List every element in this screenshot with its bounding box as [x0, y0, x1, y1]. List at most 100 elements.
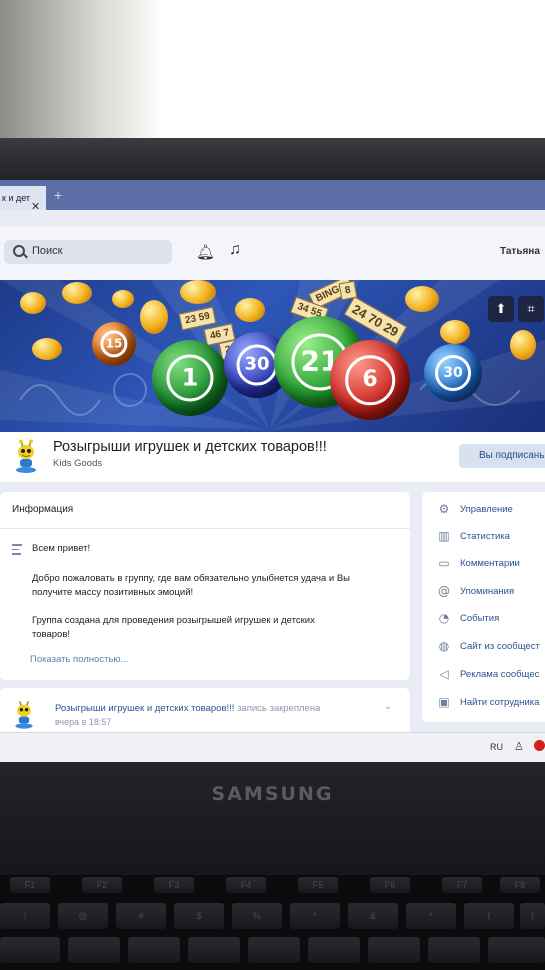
laptop-brand-logo: SAMSUNG [211, 783, 334, 805]
keyboard-key: @ [58, 903, 108, 929]
user-menu[interactable]: Татьяна [500, 246, 540, 257]
post-author-avatar[interactable] [12, 698, 36, 730]
post-header: Розыгрыши игрушек и детских товаров!!! з… [55, 703, 320, 714]
language-indicator[interactable]: RU [490, 742, 503, 752]
coin-decoration [20, 292, 46, 314]
sidebar-item-ads[interactable]: ◁ Реклама сообщес [422, 665, 545, 687]
sidebar-item-manage[interactable]: ⚙ Управление [422, 500, 545, 522]
sidebar-item-label: Сайт из сообщест [460, 641, 540, 652]
window-glare [0, 0, 545, 150]
laptop-keyboard: F1 F2 F3 F4 F5 F6 F7 F8 ! @ # $ % ^ & * … [0, 875, 545, 970]
at-icon: @ [438, 584, 450, 598]
coin-decoration [140, 300, 168, 334]
post-author-link[interactable]: Розыгрыши игрушек и детских товаров!!! [55, 703, 234, 714]
keyboard-key: F6 [370, 877, 410, 893]
sidebar-item-comments[interactable]: ▭ Комментарии [422, 554, 545, 576]
bell-icon[interactable]: 🔔︎ [196, 243, 215, 261]
keyboard-key [0, 937, 60, 963]
megaphone-icon: ◁ [439, 667, 449, 681]
coin-decoration [510, 330, 536, 360]
user-tray-icon[interactable]: ♙ [514, 740, 524, 753]
sidebar-item-events[interactable]: ◔ События [422, 609, 545, 631]
new-tab-button[interactable]: + [54, 187, 62, 203]
keyboard-key: F4 [226, 877, 266, 893]
close-icon[interactable]: ✕ [31, 195, 40, 210]
music-icon[interactable]: ♫ [229, 241, 241, 259]
lottery-ball: 6 [330, 340, 410, 420]
group-avatar[interactable] [12, 439, 40, 473]
description-line: Группа создана для проведения розыгрышей… [32, 615, 315, 626]
sidebar-item-mentions[interactable]: @ Упоминания [422, 582, 545, 604]
upload-cover-button[interactable]: ⬆ [488, 296, 514, 322]
os-taskbar: RU ♙ [0, 732, 545, 762]
sidebar-item-label: Комментарии [460, 558, 520, 569]
coin-decoration [235, 298, 265, 322]
description-icon [12, 544, 22, 558]
search-placeholder: Поиск [32, 245, 63, 257]
laptop-screen: к и дет ✕ + Поиск 🔔︎ ♫ Татьяна 23 59 46 … [0, 180, 545, 762]
group-cover-image: 23 59 46 7 20 7 BINGO 34 55 24 70 29 8 1… [0, 280, 545, 432]
group-subtitle: Kids Goods [53, 458, 103, 469]
subscribed-button[interactable]: Вы подписаны [459, 444, 545, 468]
description-line: товаров! [32, 629, 71, 640]
post-timestamp[interactable]: вчера в 18:57 [55, 717, 111, 727]
coin-decoration [440, 320, 470, 344]
keyboard-key [188, 937, 240, 963]
gear-icon: ⚙ [438, 502, 450, 516]
crop-cover-button[interactable]: ⌗ [518, 296, 544, 322]
briefcase-icon: ▣ [438, 695, 450, 709]
coin-decoration [32, 338, 62, 360]
tab-label: к и дет [2, 193, 31, 203]
chevron-down-icon[interactable]: ⌄ [384, 701, 392, 712]
globe-icon: ◍ [438, 639, 450, 653]
keyboard-key: ! [0, 903, 50, 929]
post-action-text: запись закреплена [237, 703, 321, 714]
search-icon [13, 245, 25, 257]
description-line: Добро пожаловать в группу, где вам обяза… [32, 573, 351, 584]
keyboard-key [428, 937, 480, 963]
divider [0, 528, 410, 529]
lottery-ball: 15 [92, 322, 136, 366]
keyboard-key: $ [174, 903, 224, 929]
coin-decoration [112, 290, 134, 308]
keyboard-key: ^ [290, 903, 340, 929]
vk-topbar: Поиск 🔔︎ ♫ Татьяна [0, 226, 545, 281]
sidebar-item-label: Статистика [460, 531, 510, 542]
description-line: получите массу позитивных эмоций! [32, 587, 194, 598]
coin-decoration [62, 282, 92, 304]
keyboard-key [68, 937, 120, 963]
sidebar-item-label: События [460, 613, 500, 624]
show-more-link[interactable]: Показать полностью... [30, 654, 128, 665]
keyboard-key: ( [464, 903, 514, 929]
keyboard-key: * [406, 903, 456, 929]
keyboard-key: F8 [500, 877, 540, 893]
sidebar-item-hire[interactable]: ▣ Найти сотрудника [422, 693, 545, 715]
admin-sidebar: ⚙ Управление ▥ Статистика ▭ Комментарии … [422, 492, 545, 722]
alert-tray-icon[interactable] [534, 740, 545, 751]
info-title[interactable]: Информация [12, 504, 73, 515]
sidebar-item-site[interactable]: ◍ Сайт из сообщест [422, 637, 545, 659]
search-input[interactable]: Поиск [4, 240, 172, 264]
lottery-ball: 1 [152, 340, 228, 416]
keyboard-key [248, 937, 300, 963]
sidebar-item-stats[interactable]: ▥ Статистика [422, 527, 545, 549]
greeting-text: Всем привет! [32, 543, 91, 554]
sidebar-item-label: Найти сотрудника [460, 697, 540, 708]
events-icon: ◔ [438, 611, 450, 625]
keyboard-key: % [232, 903, 282, 929]
pinned-post: Розыгрыши игрушек и детских товаров!!! з… [0, 688, 410, 738]
keyboard-key [308, 937, 360, 963]
keyboard-key: # [116, 903, 166, 929]
coin-decoration [180, 280, 216, 304]
keyboard-key: F5 [298, 877, 338, 893]
keyboard-key [368, 937, 420, 963]
group-title: Розыгрыши игрушек и детских товаров!!! [53, 439, 327, 455]
keyboard-key [128, 937, 180, 963]
browser-tab[interactable]: к и дет ✕ [0, 186, 46, 210]
bingo-card: 8 [338, 280, 357, 301]
info-panel: Информация Всем привет! Добро пожаловать… [0, 492, 410, 680]
sidebar-item-label: Упоминания [460, 586, 515, 597]
comment-icon: ▭ [438, 556, 450, 570]
group-header: Розыгрыши игрушек и детских товаров!!! K… [0, 432, 545, 482]
keyboard-key: & [348, 903, 398, 929]
